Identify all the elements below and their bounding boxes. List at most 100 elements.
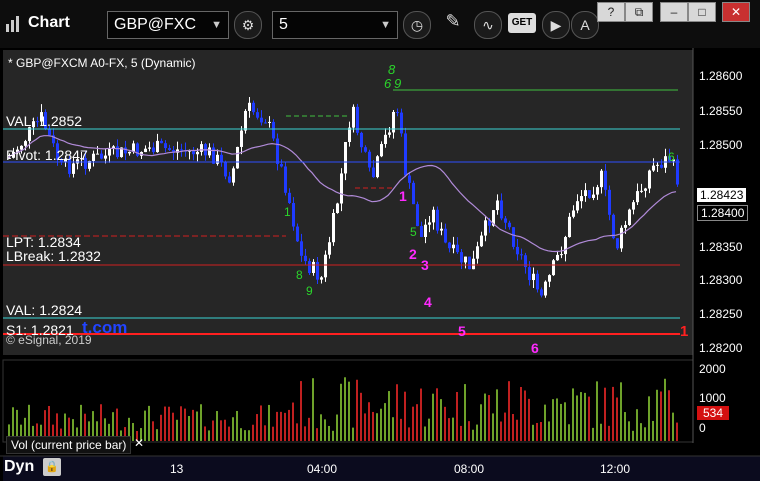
candle-body: [72, 163, 75, 174]
candle-body: [608, 189, 611, 215]
volume-bar: [628, 421, 630, 441]
volume-bar: [620, 382, 622, 441]
volume-bar: [156, 429, 158, 441]
pencil-icon[interactable]: ✎: [440, 11, 466, 37]
volume-bar: [408, 427, 410, 441]
get-button[interactable]: GET: [508, 13, 536, 33]
close-button[interactable]: ✕: [722, 2, 750, 22]
minimize-button[interactable]: –: [660, 2, 688, 22]
candle-body: [348, 127, 351, 143]
volume-bar: [160, 414, 162, 441]
candle-body: [268, 121, 271, 123]
td-green-9b: 9: [306, 284, 313, 298]
td-green-9: 9: [394, 76, 402, 91]
volume-bar: [276, 411, 278, 441]
candle-body: [456, 244, 459, 253]
candle-body: [512, 227, 515, 247]
candle-body: [600, 170, 603, 188]
candle-body: [236, 146, 239, 169]
interval-selector[interactable]: 5 ▼: [272, 11, 398, 39]
volume-bar: [484, 393, 486, 441]
td-green-1: 1: [284, 205, 291, 219]
candle-body: [556, 254, 559, 261]
candle-body: [344, 142, 347, 174]
candle-body: [652, 165, 655, 171]
volume-bar: [184, 408, 186, 441]
volume-bar: [228, 426, 230, 441]
play-icon[interactable]: ▶: [542, 11, 570, 39]
restore-button[interactable]: ⧉: [625, 2, 653, 22]
candle-body: [288, 192, 291, 204]
dyn-label[interactable]: Dyn: [4, 458, 34, 476]
volume-bar: [544, 404, 546, 441]
candle-body: [448, 242, 451, 249]
td-green-6b: 6: [668, 150, 675, 164]
volume-bar: [612, 386, 614, 441]
volume-last-badge: 534: [697, 406, 730, 420]
help-button[interactable]: ?: [597, 2, 625, 22]
candle-body: [300, 241, 303, 256]
alert-icon[interactable]: A: [571, 11, 599, 39]
volume-bar: [596, 381, 598, 441]
candle-body: [160, 140, 163, 144]
volume-bar: [312, 378, 314, 441]
candle-body: [544, 281, 547, 296]
candle-body: [404, 133, 407, 176]
candle-body: [484, 220, 487, 236]
volume-bar: [420, 388, 422, 441]
volume-bar: [180, 406, 182, 441]
volume-bar: [676, 422, 678, 441]
candle-body: [636, 191, 639, 203]
candle-body: [572, 210, 575, 217]
candle-body: [384, 134, 387, 145]
candle-body: [476, 246, 479, 259]
price-chart[interactable]: [0, 48, 760, 481]
candle-body: [612, 214, 615, 239]
candle-body: [564, 237, 567, 255]
volume-bar: [424, 426, 426, 441]
symbol-selector[interactable]: GBP@FXC ▼: [107, 11, 229, 39]
candle-body: [568, 216, 571, 238]
gear-icon[interactable]: ⚙: [234, 11, 262, 39]
volume-bar: [632, 430, 634, 441]
candle-body: [168, 148, 171, 151]
volume-bar: [476, 424, 478, 441]
volume-bar: [296, 423, 298, 441]
volume-bar: [480, 404, 482, 441]
volume-bar: [376, 413, 378, 441]
candle-body: [592, 194, 595, 198]
volume-bar: [572, 388, 574, 441]
volume-bar: [556, 398, 558, 441]
close-icon[interactable]: ✕: [134, 436, 144, 450]
volume-bar: [196, 411, 198, 441]
candle-body: [156, 140, 159, 153]
study-icon[interactable]: ∿: [474, 11, 502, 39]
volume-bar: [616, 397, 618, 441]
maximize-button[interactable]: □: [688, 2, 716, 22]
volume-bar: [448, 418, 450, 441]
candle-body: [540, 289, 543, 296]
volume-bar: [288, 409, 290, 441]
level-label-val-low: VAL: 1.2824: [6, 302, 83, 318]
candle-body: [508, 222, 511, 228]
volume-bar: [664, 378, 666, 441]
volume-bar: [172, 412, 174, 441]
candle-body: [352, 106, 355, 128]
candle-body: [48, 128, 51, 136]
volume-bar: [540, 422, 542, 441]
candle-body: [332, 213, 335, 243]
candle-body: [584, 190, 587, 197]
volume-bar: [400, 418, 402, 441]
volume-bar: [592, 427, 594, 441]
volume-bar: [208, 430, 210, 441]
volume-bar: [436, 388, 438, 441]
volume-bar: [260, 405, 262, 441]
volume-bar: [212, 420, 214, 441]
lock-icon[interactable]: 🔒: [43, 458, 61, 476]
clock-icon[interactable]: ◷: [403, 11, 431, 39]
volume-bar: [192, 409, 194, 441]
chevron-down-icon: ▼: [380, 19, 391, 31]
volume-bar: [488, 395, 490, 441]
candle-body: [552, 260, 555, 276]
candle-body: [312, 261, 315, 273]
